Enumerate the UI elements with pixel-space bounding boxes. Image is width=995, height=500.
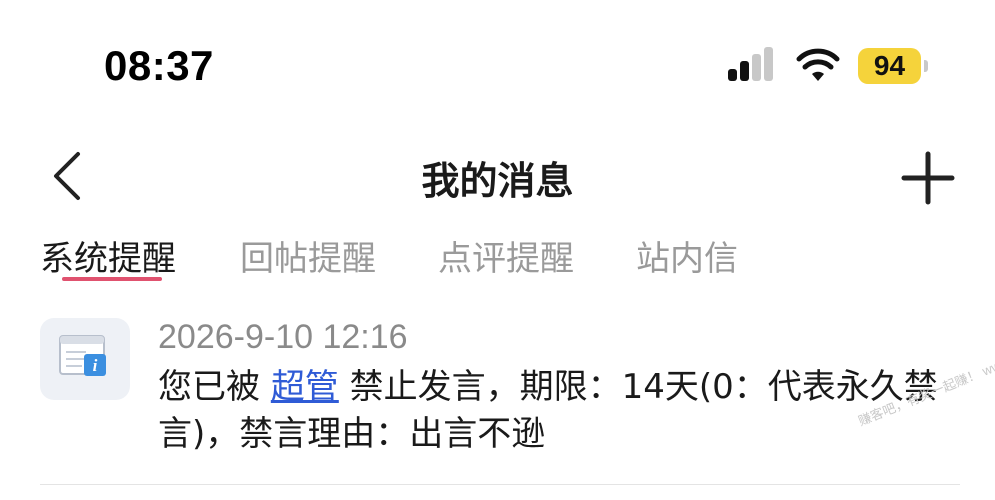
page-title: 我的消息 [421, 159, 574, 203]
battery-cap [924, 60, 928, 72]
nav-bar: 我的消息 [0, 130, 995, 225]
cellular-signal-icon [728, 47, 773, 81]
message-tabs: 系统提醒 回帖提醒 点评提醒 站内信 [0, 225, 995, 285]
system-notice-icon: i [40, 318, 130, 400]
svg-text:i: i [93, 356, 98, 375]
message-time: 2026-9-10 12:16 [158, 318, 408, 356]
tab-system-alerts[interactable]: 系统提醒 [40, 231, 176, 280]
status-time: 08:37 [104, 42, 214, 89]
list-item[interactable]: i 2026-9-10 12:16 您已被 超管 禁止发言，期限：14天(0：代… [0, 300, 995, 485]
divider [40, 484, 960, 485]
battery-level: 94 [858, 48, 921, 84]
status-bar: 08:37 94 [0, 0, 995, 130]
active-tab-indicator [62, 277, 162, 281]
message-prefix: 您已被 [158, 367, 271, 407]
plus-icon[interactable] [900, 150, 956, 206]
battery-indicator: 94 [858, 48, 928, 84]
wifi-icon [796, 48, 840, 81]
admin-link[interactable]: 超管 [271, 367, 339, 407]
tab-reply-alerts[interactable]: 回帖提醒 [240, 231, 376, 280]
message-content: 您已被 超管 禁止发言，期限：14天(0：代表永久禁言)，禁言理由：出言不逊 [158, 364, 958, 458]
tab-inbox[interactable]: 站内信 [636, 231, 738, 280]
tab-review-alerts[interactable]: 点评提醒 [438, 231, 574, 280]
